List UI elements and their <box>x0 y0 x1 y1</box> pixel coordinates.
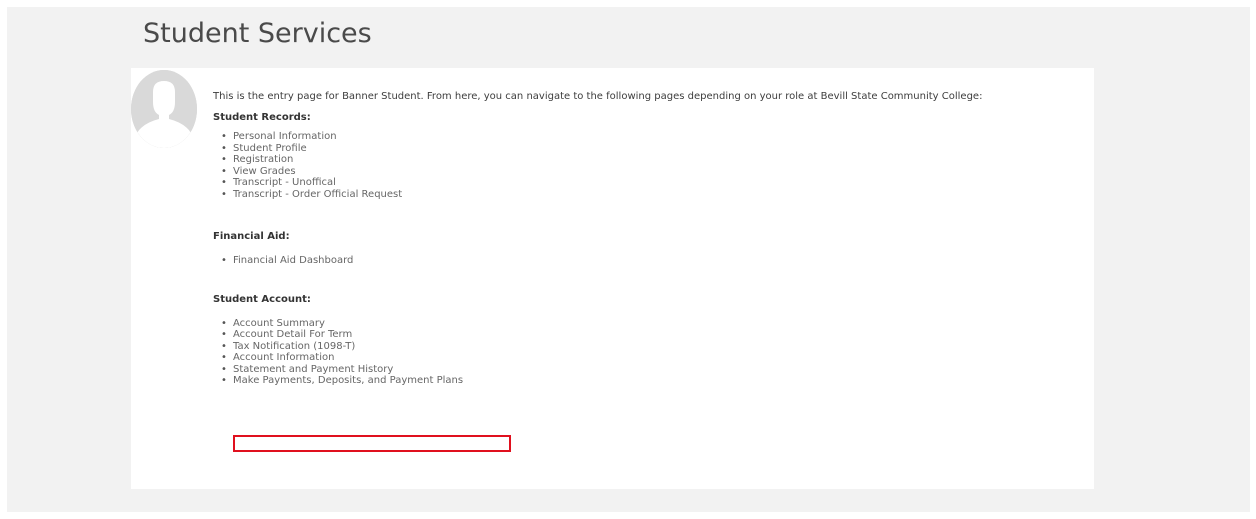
bullet-icon: • <box>221 165 227 177</box>
link-statement-payment-history[interactable]: • Statement and Payment History <box>221 364 1073 376</box>
link-registration[interactable]: • Registration <box>221 154 1073 166</box>
link-student-profile[interactable]: • Student Profile <box>221 143 1073 155</box>
link-label[interactable]: Transcript - Unoffical <box>233 177 336 188</box>
link-account-summary[interactable]: • Account Summary <box>221 318 1073 330</box>
bullet-icon: • <box>221 340 227 352</box>
avatar-placeholder-icon <box>131 70 197 148</box>
highlight-annotation-box <box>233 435 511 452</box>
bullet-icon: • <box>221 188 227 200</box>
bullet-icon: • <box>221 131 227 142</box>
link-label[interactable]: Transcript - Order Official Request <box>233 189 402 200</box>
link-financial-aid-dashboard[interactable]: • Financial Aid Dashboard <box>221 255 1073 267</box>
bullet-icon: • <box>221 329 227 340</box>
avatar <box>131 70 197 148</box>
bullet-icon: • <box>221 177 227 188</box>
link-tax-notification[interactable]: • Tax Notification (1098-T) <box>221 341 1073 353</box>
page-title: Student Services <box>143 18 372 49</box>
link-label[interactable]: Financial Aid Dashboard <box>233 255 353 266</box>
link-label[interactable]: View Grades <box>233 166 296 177</box>
link-label[interactable]: Statement and Payment History <box>233 364 393 375</box>
link-label[interactable]: Registration <box>233 154 293 165</box>
student-records-list: • Personal Information • Student Profile •… <box>213 131 1073 200</box>
student-account-list: • Account Summary • Account Detail For Ter… <box>213 318 1073 387</box>
bullet-icon: • <box>221 352 227 363</box>
section-heading-student-account: Student Account: <box>213 293 311 305</box>
content-body: This is the entry page for Banner Studen… <box>213 89 1073 387</box>
link-label[interactable]: Student Profile <box>233 143 307 154</box>
link-personal-information[interactable]: • Personal Information <box>221 131 1073 143</box>
link-label[interactable]: Account Summary <box>233 318 325 329</box>
financial-aid-list: • Financial Aid Dashboard <box>213 255 1073 267</box>
bullet-icon: • <box>221 375 227 386</box>
content-panel: This is the entry page for Banner Studen… <box>131 68 1094 489</box>
bullet-icon: • <box>221 142 227 154</box>
link-label[interactable]: Personal Information <box>233 131 337 142</box>
link-account-information[interactable]: • Account Information <box>221 352 1073 364</box>
link-label[interactable]: Account Information <box>233 352 334 363</box>
link-label[interactable]: Tax Notification (1098-T) <box>233 341 355 352</box>
link-make-payments[interactable]: • Make Payments, Deposits, and Payment Pl… <box>221 375 1073 387</box>
link-transcript-unofficial[interactable]: • Transcript - Unoffical <box>221 177 1073 189</box>
link-account-detail-for-term[interactable]: • Account Detail For Term <box>221 329 1073 341</box>
section-heading-financial-aid: Financial Aid: <box>213 231 290 242</box>
link-label[interactable]: Make Payments, Deposits, and Payment Pla… <box>233 375 463 386</box>
bullet-icon: • <box>221 255 227 266</box>
link-transcript-order-official[interactable]: • Transcript - Order Official Request <box>221 189 1073 201</box>
section-heading-student-records: Student Records: <box>213 112 311 123</box>
bullet-icon: • <box>221 317 227 329</box>
bullet-icon: • <box>221 363 227 375</box>
intro-text: This is the entry page for Banner Studen… <box>213 91 983 102</box>
link-label[interactable]: Account Detail For Term <box>233 329 352 340</box>
bullet-icon: • <box>221 154 227 165</box>
link-view-grades[interactable]: • View Grades <box>221 166 1073 178</box>
